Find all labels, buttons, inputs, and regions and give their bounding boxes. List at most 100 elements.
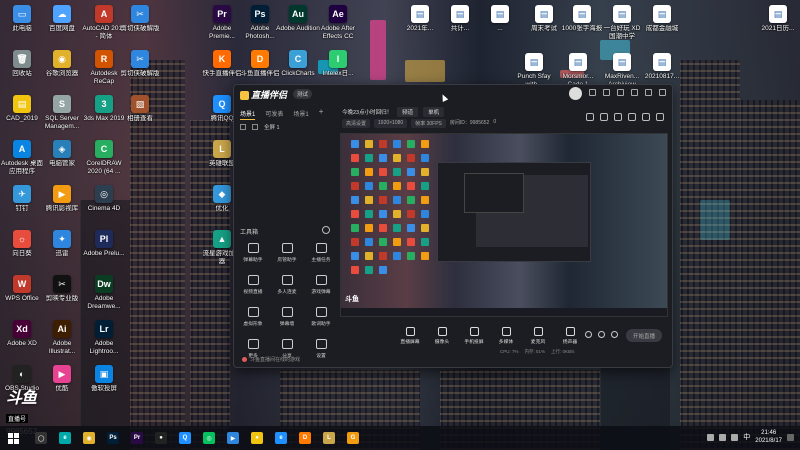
- desktop-icon[interactable]: A Autodesk 桌面应用程序: [0, 137, 44, 181]
- taskbar-qq-icon[interactable]: Q: [179, 432, 191, 444]
- desktop-file-icon[interactable]: ▤ 成都金融城: [640, 2, 684, 46]
- desktop-icon[interactable]: C CorelDRAW 2020 (64 ...: [82, 137, 126, 181]
- notification-icon[interactable]: [787, 433, 794, 441]
- minimize-icon[interactable]: [631, 89, 638, 96]
- desktop-icon[interactable]: ▶ 腾讯影视库: [40, 182, 84, 226]
- windows-start-icon[interactable]: [8, 432, 19, 444]
- taskbar-search-icon[interactable]: ◯: [35, 432, 47, 444]
- taskbar-photoshop-icon[interactable]: Ps: [107, 432, 119, 444]
- desktop-icon[interactable]: ▭ 此电脑: [0, 2, 44, 46]
- taskbar-premiere-icon[interactable]: Pr: [131, 432, 143, 444]
- add-source-button[interactable]: 多媒体: [494, 327, 518, 345]
- desktop-icon[interactable]: Xd Adobe XD: [0, 317, 44, 361]
- bell-icon[interactable]: [642, 113, 650, 121]
- taskbar-chrome-icon[interactable]: ◉: [83, 432, 95, 444]
- add-source-button[interactable]: 扬声器: [558, 327, 582, 345]
- bottom-hint[interactable]: 斗鱼直播间在线的游戏: [242, 356, 300, 363]
- desktop-file-icon[interactable]: ▤ 2021年...: [398, 2, 442, 46]
- start-live-button[interactable]: 开始直播: [626, 329, 662, 342]
- desktop-file-icon[interactable]: ▤ 一台好玩 XD 国潮中学: [600, 2, 644, 46]
- desktop-icon[interactable]: Pl Adobe Prelu...: [82, 227, 126, 271]
- ime-indicator[interactable]: 中: [743, 432, 750, 442]
- lock-icon[interactable]: [252, 124, 258, 130]
- desktop-icon[interactable]: ◉ 谷歌浏览器: [40, 47, 84, 91]
- settings-gear-icon[interactable]: [611, 331, 618, 338]
- skin-icon[interactable]: [589, 89, 596, 96]
- record-toggle-icon[interactable]: [585, 331, 592, 338]
- quality-button[interactable]: 高清设置: [342, 119, 371, 128]
- share-icon[interactable]: [656, 113, 664, 121]
- settings-icon[interactable]: [603, 89, 610, 96]
- taskbar-lol-icon[interactable]: L: [323, 432, 335, 444]
- toolbox-item[interactable]: 虚拟形象: [238, 307, 268, 333]
- taskbar-wechat-icon[interactable]: ●: [155, 432, 167, 444]
- lock-screen-icon[interactable]: [600, 113, 608, 121]
- taskbar-g-icon[interactable]: G: [347, 432, 359, 444]
- desktop-icon[interactable]: 🗑 回收站: [0, 47, 44, 91]
- effects-icon[interactable]: [598, 331, 605, 338]
- desktop-icon[interactable]: ◈ 电脑管家: [40, 137, 84, 181]
- taskbar-browser-icon[interactable]: e: [275, 432, 287, 444]
- desktop-icon[interactable]: ▣ 傲软投屏: [82, 362, 126, 406]
- record-icon[interactable]: [586, 113, 594, 121]
- desktop-icon[interactable]: Dw Adobe Dreamwe...: [82, 272, 126, 316]
- network-icon[interactable]: [719, 433, 727, 441]
- desktop-file-icon[interactable]: ▤ 1000张字海报: [560, 2, 604, 46]
- toolbox-item[interactable]: 房管助手: [272, 243, 302, 269]
- taskbar-clock[interactable]: 21:46 2021/8/17: [755, 429, 782, 445]
- stream-title[interactable]: 今晚23点小时回归！: [342, 108, 392, 116]
- desktop-icon[interactable]: S SQL Server Managem...: [40, 92, 84, 136]
- desktop-icon[interactable]: Ai Adobe Illustrat...: [40, 317, 84, 361]
- tray-up-arrow-icon[interactable]: [707, 433, 715, 441]
- toolbox-item[interactable]: 弹幕墙: [272, 307, 302, 333]
- desktop-icon[interactable]: ☁ 百度网盘: [40, 2, 84, 46]
- desktop-icon[interactable]: Ae Adobe After Effects CC: [316, 2, 360, 46]
- taskbar-yellow-icon[interactable]: ●: [251, 432, 263, 444]
- tab-scene-1[interactable]: 场景1: [240, 109, 256, 120]
- taskbar-edge-icon[interactable]: e: [59, 432, 71, 444]
- desktop-icon[interactable]: ✂ 剪切侠破解版: [118, 2, 162, 46]
- toolbox-item[interactable]: 设置: [306, 339, 336, 365]
- toolbox-item[interactable]: 多人连麦: [272, 275, 302, 301]
- close-icon[interactable]: [659, 89, 666, 96]
- source-row[interactable]: 全屏 1: [240, 123, 280, 131]
- user-avatar[interactable]: [569, 87, 582, 100]
- desktop-icon[interactable]: ✦ 迅雷: [40, 227, 84, 271]
- maximize-icon[interactable]: [645, 89, 652, 96]
- live-preview[interactable]: 斗鱼: [340, 133, 668, 317]
- desktop-file-icon[interactable]: ▤ 共计...: [438, 2, 482, 46]
- toolbox-item[interactable]: 游戏弹幕: [306, 275, 336, 301]
- tab-scene-2[interactable]: 可发表: [265, 109, 283, 120]
- desktop-icon[interactable]: ✂ 剪映专业版: [40, 272, 84, 316]
- desktop-icon[interactable]: ▧ 相册查看: [118, 92, 162, 136]
- gift-icon[interactable]: [614, 113, 622, 121]
- toolbox-item[interactable]: 弹幕助手: [238, 243, 268, 269]
- pin-icon[interactable]: [628, 113, 636, 121]
- desktop-icon[interactable]: ▤ CAD_2019: [0, 92, 44, 136]
- volume-icon[interactable]: [731, 433, 739, 441]
- app-badge[interactable]: 测试: [293, 89, 313, 99]
- desktop-icon[interactable]: ☼ 向日葵: [0, 227, 44, 271]
- taskbar-wechat2-icon[interactable]: ◎: [203, 432, 215, 444]
- desktop-icon[interactable]: Lr Adobe Lightroo...: [82, 317, 126, 361]
- toolbox-item[interactable]: 主播任务: [306, 243, 336, 269]
- taskbar-video-icon[interactable]: ▶: [227, 432, 239, 444]
- menu-icon[interactable]: [617, 89, 624, 96]
- toolbox-settings-icon[interactable]: [322, 226, 330, 234]
- desktop-icon[interactable]: W WPS Office: [0, 272, 44, 316]
- category-select[interactable]: 单机: [423, 107, 445, 117]
- toolbox-item[interactable]: 歌词助手: [306, 307, 336, 333]
- desktop-file-icon[interactable]: ▤ 2021日历...: [756, 2, 800, 46]
- add-source-button[interactable]: 麦克风: [526, 327, 550, 345]
- eye-icon[interactable]: [240, 124, 246, 130]
- desktop-icon[interactable]: ✂ 剪切侠破解版: [118, 47, 162, 91]
- add-source-button[interactable]: 手机投屏: [462, 327, 486, 345]
- desktop-icon[interactable]: ✈ 钉钉: [0, 182, 44, 226]
- add-scene-icon[interactable]: +: [319, 108, 324, 120]
- toolbox-item[interactable]: 视频直播: [238, 275, 268, 301]
- desktop-icon[interactable]: Au Adobe Audition: [276, 2, 320, 46]
- taskbar-douyu-icon[interactable]: D: [299, 432, 311, 444]
- add-source-button[interactable]: 摄像头: [430, 327, 454, 345]
- desktop-icon[interactable]: ◎ Cinema 4D: [82, 182, 126, 226]
- tab-scene-3[interactable]: 场景1: [293, 109, 308, 120]
